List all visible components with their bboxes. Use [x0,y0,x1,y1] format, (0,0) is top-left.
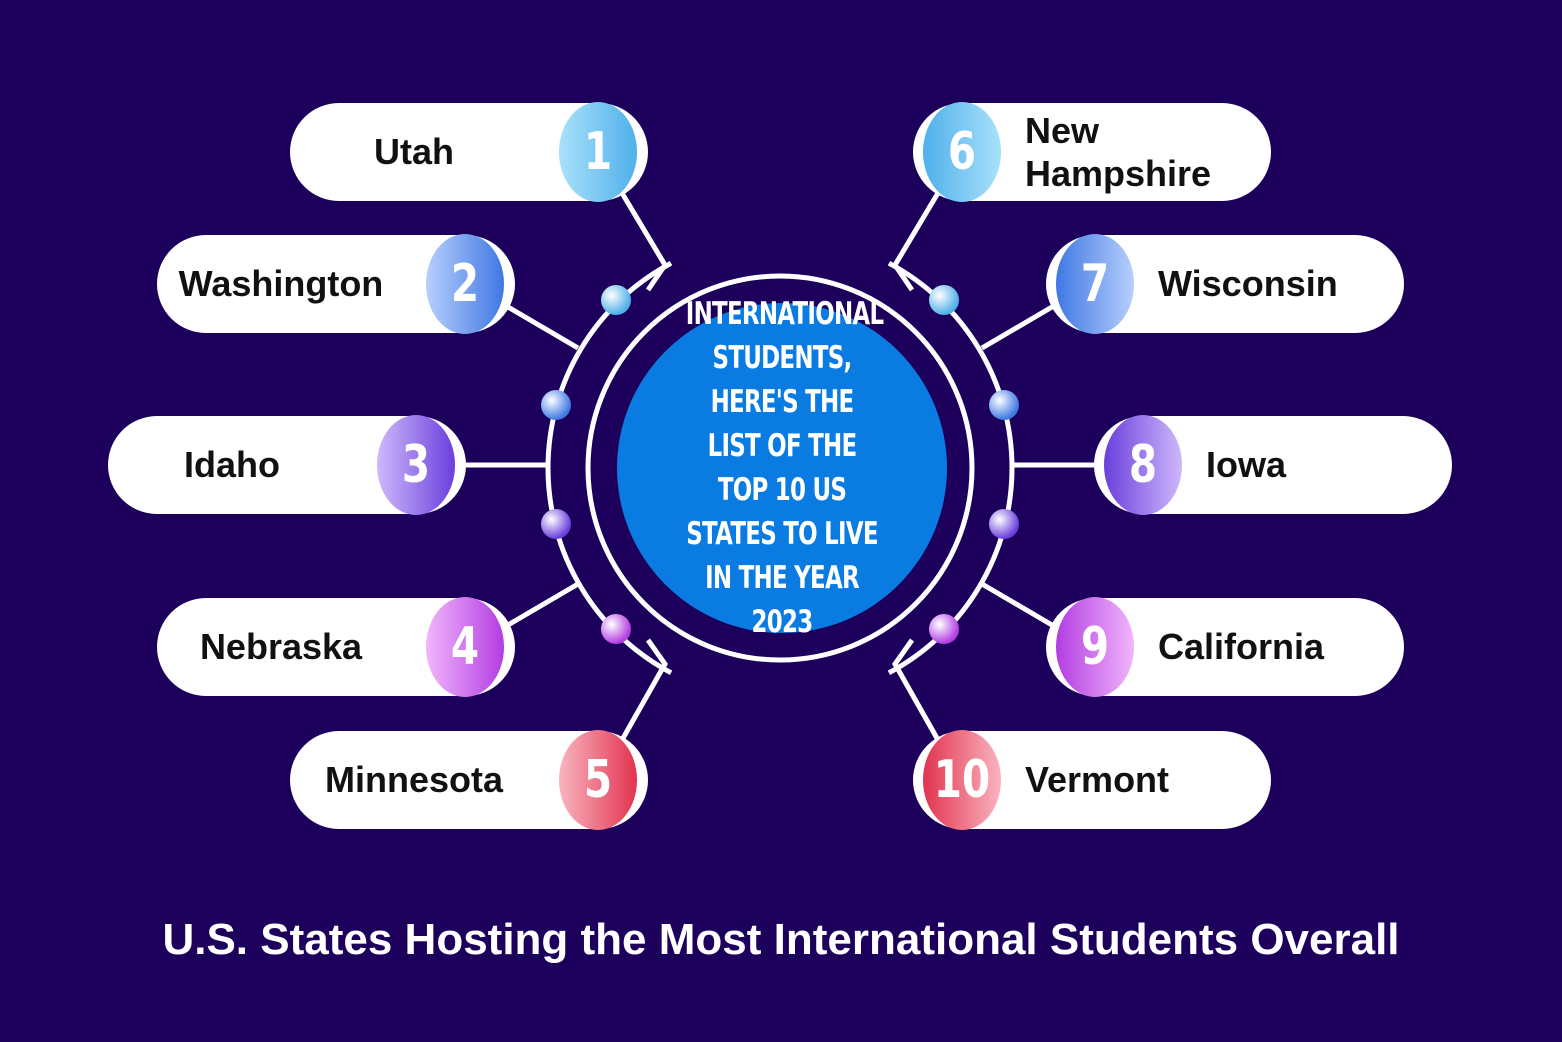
rank-number: 6 [947,122,977,182]
state-name: Washington [178,263,384,305]
connector-6 [892,191,941,292]
rank-number: 10 [933,750,991,810]
rank-badge-9: 9 [1056,597,1134,697]
rank-number: 7 [1080,254,1110,314]
state-name: Utah [374,131,454,173]
connector-dot [929,614,959,644]
connector-dot [541,509,571,539]
rank-number: 1 [583,122,613,182]
rank-badge-3: 3 [377,415,455,515]
rank-badge-5: 5 [559,730,637,830]
rank-badge-1: 1 [559,102,637,202]
state-name: Nebraska [199,626,363,668]
state-name: California [1158,626,1325,668]
center-circle: International Students, here's the list … [617,296,947,640]
rank-badge-4: 4 [426,597,504,697]
connector-dot [601,285,631,315]
rank-number: 2 [450,254,480,314]
rank-badge-10: 10 [923,730,1001,830]
rank-number: 8 [1128,435,1158,495]
state-name: Vermont [1025,759,1170,801]
center-heading: International Students, here's the list … [685,296,884,640]
connector-dot [929,285,959,315]
connector-2 [506,304,580,351]
state-name: Wisconsin [1158,263,1338,305]
state-name: Idaho [184,444,280,486]
infographic: International Students, here's the list … [0,0,1562,1042]
connector-4 [506,581,580,628]
rank-number: 4 [450,617,480,677]
rank-badge-6: 6 [923,102,1001,202]
connector-7 [980,304,1054,351]
rank-badge-8: 8 [1104,415,1182,515]
state-name: Minnesota [324,759,503,801]
rank-number: 3 [401,435,431,495]
rank-number: 5 [583,750,613,810]
connector-1 [619,191,668,292]
connector-9 [980,581,1054,628]
connector-dot [989,390,1019,420]
state-name: Iowa [1206,444,1287,486]
connector-dot [601,614,631,644]
rank-badge-7: 7 [1056,234,1134,334]
rank-number: 9 [1080,617,1110,677]
footer-title: U.S. States Hosting the Most Internation… [162,915,1400,964]
connector-dot [541,390,571,420]
state-name: New Hampshire [1025,109,1212,194]
connector-dot [989,509,1019,539]
rank-badge-2: 2 [426,234,504,334]
